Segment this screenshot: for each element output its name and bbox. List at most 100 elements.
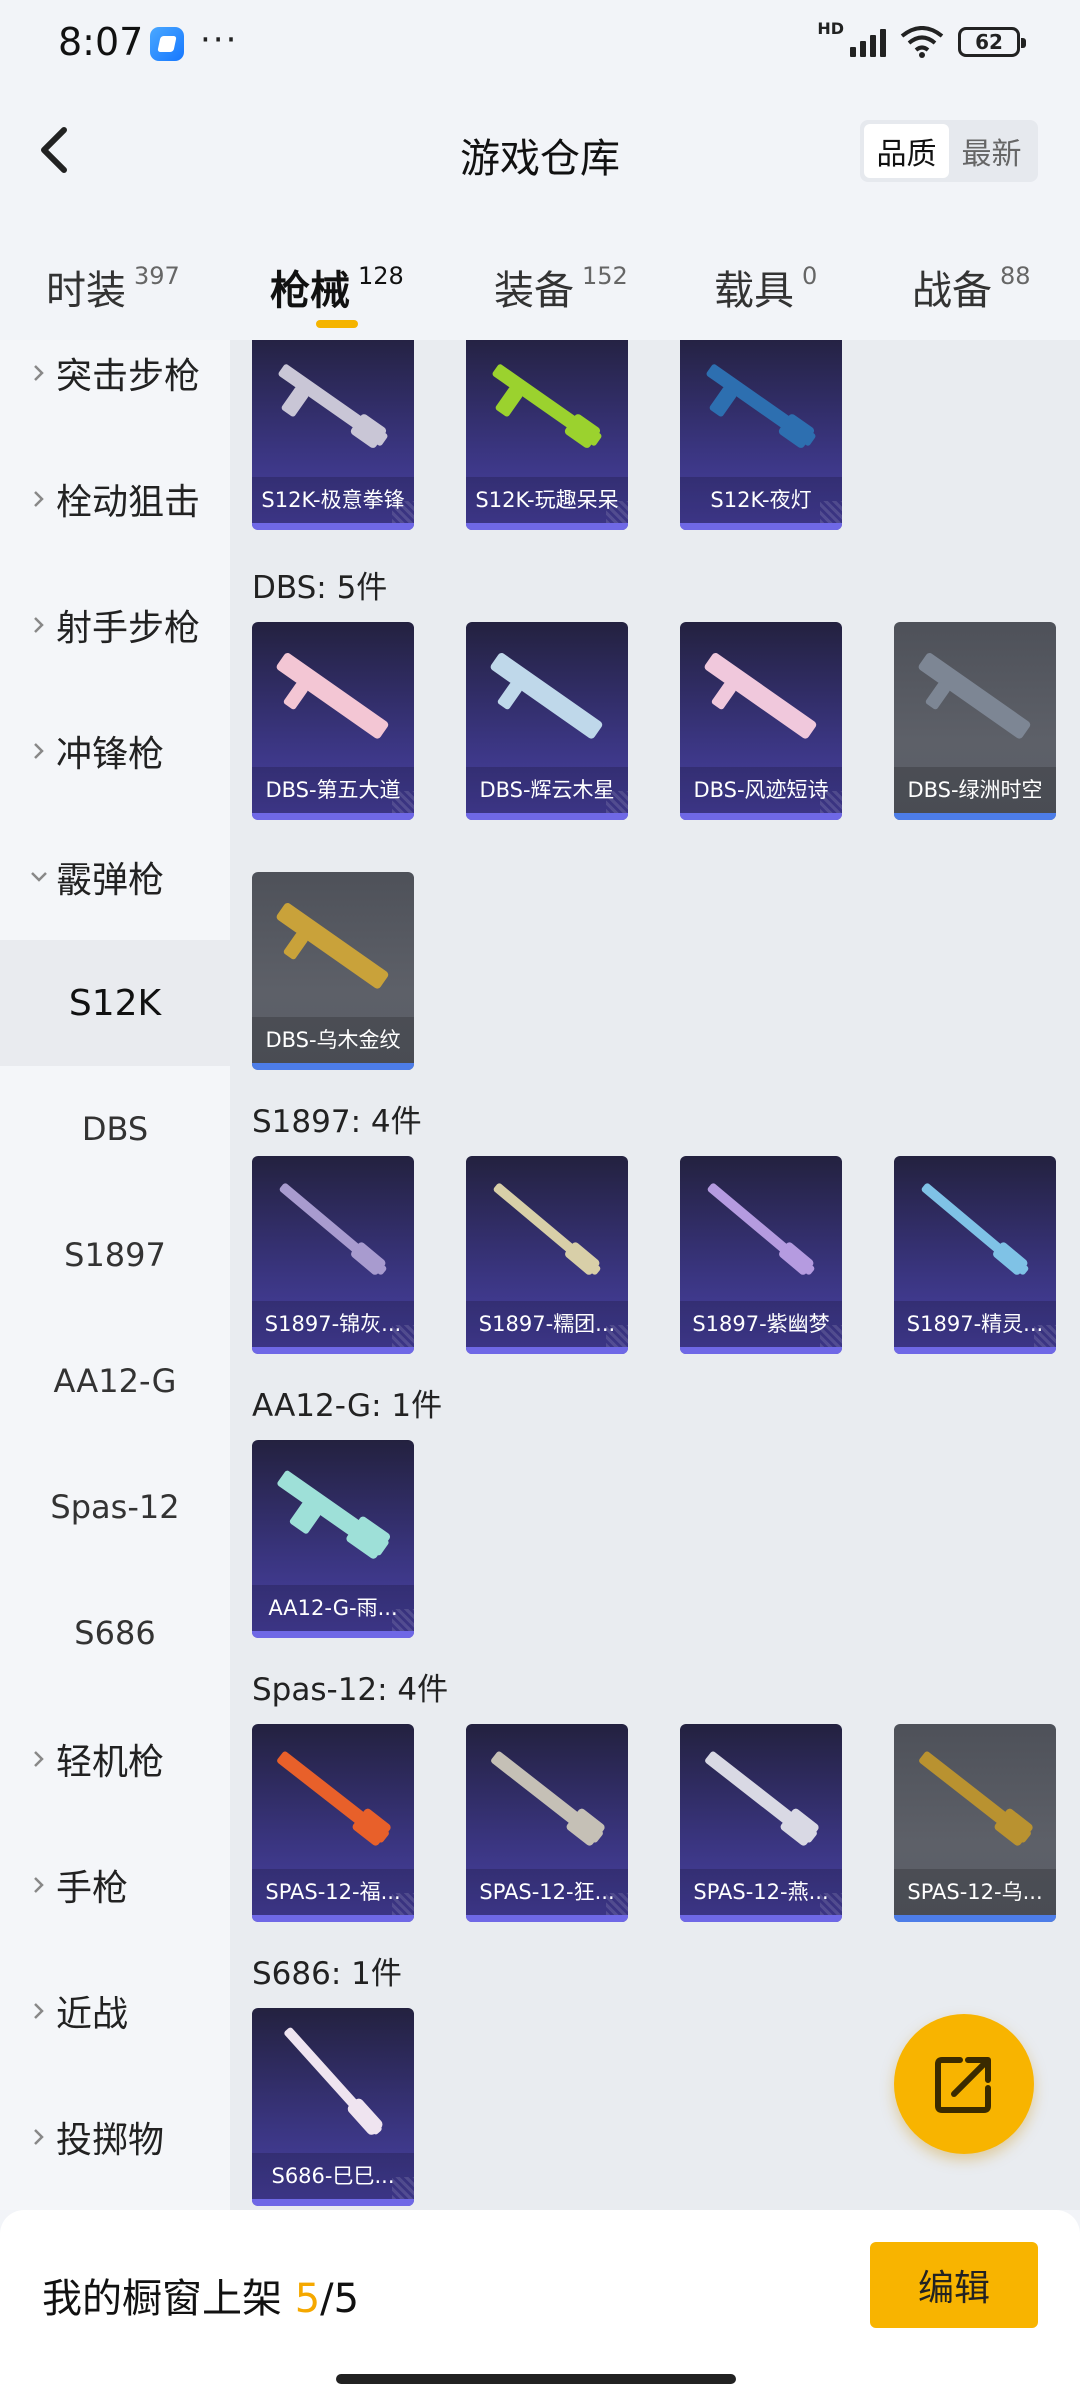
weapon-name: DBS-第五大道 <box>252 767 414 813</box>
weapon-skin-icon <box>919 1751 1033 1846</box>
weapon-card[interactable]: S686-巳巳... <box>252 2008 414 2206</box>
sort-quality-button[interactable]: 品质 <box>864 124 949 178</box>
share-icon <box>935 2057 991 2113</box>
card-corner-pattern <box>392 1609 414 1631</box>
weapon-name: DBS-绿洲时空 <box>894 767 1056 813</box>
tab-count: 0 <box>802 262 818 290</box>
weapon-name: S1897-精灵... <box>894 1301 1056 1347</box>
sidebar-item-label: 突击步枪 <box>56 356 201 397</box>
sidebar-item-pistol[interactable]: 手枪 <box>0 1822 230 1948</box>
sidebar-sub-spas12[interactable]: Spas-12 <box>0 1444 230 1570</box>
weapon-card[interactable]: DBS-第五大道 <box>252 622 414 820</box>
weapon-card[interactable]: AA12-G-雨... <box>252 1440 414 1638</box>
sidebar-item-label: 投掷物 <box>56 2120 165 2161</box>
chevron-right-icon <box>0 1750 54 1768</box>
section-title-spas12: Spas-12: 4件 <box>252 1672 449 1708</box>
card-corner-pattern <box>606 791 628 813</box>
weapon-skin-icon <box>490 653 603 739</box>
sidebar-sub-dbs[interactable]: DBS <box>0 1066 230 1192</box>
sidebar-item-label: 冲锋枪 <box>56 734 165 775</box>
tab-equipment[interactable]: 装备 152 <box>494 258 628 316</box>
sidebar-item-shotgun[interactable]: 霰弹枪 <box>0 814 230 940</box>
sidebar-item-smg[interactable]: 冲锋枪 <box>0 688 230 814</box>
sidebar-item-marksman-rifle[interactable]: 射手步枪 <box>0 562 230 688</box>
card-corner-pattern <box>1034 1325 1056 1347</box>
tab-count: 88 <box>1000 262 1031 290</box>
weapon-card[interactable]: S12K-夜灯 <box>680 340 842 530</box>
section-title-s686: S686: 1件 <box>252 1956 402 1992</box>
signal-icon <box>850 27 886 57</box>
weapon-skin-icon <box>921 1183 1029 1275</box>
sidebar-item-assault-rifle[interactable]: 突击步枪 <box>0 340 230 436</box>
weapon-skin-icon <box>707 1183 815 1275</box>
weapon-skin-icon <box>284 2027 383 2135</box>
weapon-skin-icon <box>704 653 817 739</box>
weapon-skin-icon <box>918 653 1031 739</box>
tab-label: 战备 <box>912 268 992 314</box>
weapon-card[interactable]: S1897-紫幽梦 <box>680 1156 842 1354</box>
tab-combat-supplies[interactable]: 战备 88 <box>912 258 1031 316</box>
card-corner-pattern <box>392 791 414 813</box>
weapon-card[interactable]: SPAS-12-乌... <box>894 1724 1056 1922</box>
weapon-grid: S12K-极意拳锋 S12K-玩趣呆呆 S12K-夜灯 DBS: 5件 DBS-… <box>230 340 1080 2210</box>
sidebar-item-label: 栓动狙击 <box>56 482 201 523</box>
weapon-name: DBS-辉云木星 <box>466 767 628 813</box>
bottom-bar: 我的橱窗上架 5/5 编辑 <box>0 2210 1080 2400</box>
share-button[interactable] <box>894 2014 1034 2154</box>
weapon-card[interactable]: S12K-极意拳锋 <box>252 340 414 530</box>
more-notifications-icon: ··· <box>200 20 239 60</box>
showcase-current-count: 5 <box>294 2276 321 2322</box>
weapon-name: S1897-糯团... <box>466 1301 628 1347</box>
hd-network-icon: HD <box>817 18 844 38</box>
sidebar-item-label: 近战 <box>56 1994 129 2035</box>
tab-outfits[interactable]: 时装 397 <box>46 258 180 316</box>
weapon-skin-icon <box>276 903 389 989</box>
weapon-skin-icon <box>706 364 816 448</box>
chevron-right-icon <box>0 2128 54 2146</box>
weapon-card[interactable]: DBS-辉云木星 <box>466 622 628 820</box>
section-title-s1897: S1897: 4件 <box>252 1104 422 1140</box>
edit-button[interactable]: 编辑 <box>870 2242 1038 2328</box>
sidebar-sub-s686[interactable]: S686 <box>0 1570 230 1696</box>
weapon-card[interactable]: DBS-风迹短诗 <box>680 622 842 820</box>
card-corner-pattern <box>606 501 628 523</box>
status-bar: 8:07 ··· HD 62 <box>0 0 1080 90</box>
weapon-name: S12K-夜灯 <box>680 477 842 523</box>
home-indicator[interactable] <box>336 2374 736 2384</box>
wifi-icon <box>900 26 944 58</box>
sidebar-item-bolt-sniper[interactable]: 栓动狙击 <box>0 436 230 562</box>
chevron-right-icon <box>0 742 54 760</box>
sidebar-item-melee[interactable]: 近战 <box>0 1948 230 2074</box>
card-corner-pattern <box>820 1325 842 1347</box>
category-tabs: 时装 397 枪械 128 装备 152 载具 0 战备 88 <box>0 240 1080 340</box>
weapon-card[interactable]: S12K-玩趣呆呆 <box>466 340 628 530</box>
sidebar-item-throwable[interactable]: 投掷物 <box>0 2074 230 2200</box>
sort-newest-button[interactable]: 最新 <box>949 124 1034 178</box>
weapon-card[interactable]: S1897-糯团... <box>466 1156 628 1354</box>
weapon-card[interactable]: SPAS-12-福... <box>252 1724 414 1922</box>
showcase-label: 我的橱窗上架 <box>42 2276 282 2322</box>
weapon-card[interactable]: S1897-精灵... <box>894 1156 1056 1354</box>
weapon-card[interactable]: S1897-锦灰... <box>252 1156 414 1354</box>
section-title-aa12g: AA12-G: 1件 <box>252 1388 443 1424</box>
card-corner-pattern <box>392 501 414 523</box>
weapon-card[interactable]: DBS-乌木金纹 <box>252 872 414 1070</box>
weapon-name: SPAS-12-狂... <box>466 1869 628 1915</box>
weapon-card[interactable]: DBS-绿洲时空 <box>894 622 1056 820</box>
tab-firearms[interactable]: 枪械 128 <box>270 258 404 316</box>
header: 游戏仓库 品质 最新 <box>0 90 1080 210</box>
sidebar-item-lmg[interactable]: 轻机枪 <box>0 1696 230 1822</box>
showcase-status: 我的橱窗上架 5/5 <box>42 2266 359 2324</box>
sidebar-sub-aa12g[interactable]: AA12-G <box>0 1318 230 1444</box>
weapon-name: S1897-紫幽梦 <box>680 1301 842 1347</box>
sidebar-sub-s1897[interactable]: S1897 <box>0 1192 230 1318</box>
sidebar-item-label: 轻机枪 <box>56 1742 165 1783</box>
weapon-name: S12K-玩趣呆呆 <box>466 477 628 523</box>
weapon-card[interactable]: SPAS-12-燕... <box>680 1724 842 1922</box>
chevron-right-icon <box>0 364 54 382</box>
sidebar-sub-s12k[interactable]: S12K <box>0 940 230 1066</box>
card-corner-pattern <box>392 1325 414 1347</box>
weapon-card[interactable]: SPAS-12-狂... <box>466 1724 628 1922</box>
tab-vehicles[interactable]: 载具 0 <box>714 258 817 316</box>
sort-toggle: 品质 最新 <box>860 120 1038 182</box>
